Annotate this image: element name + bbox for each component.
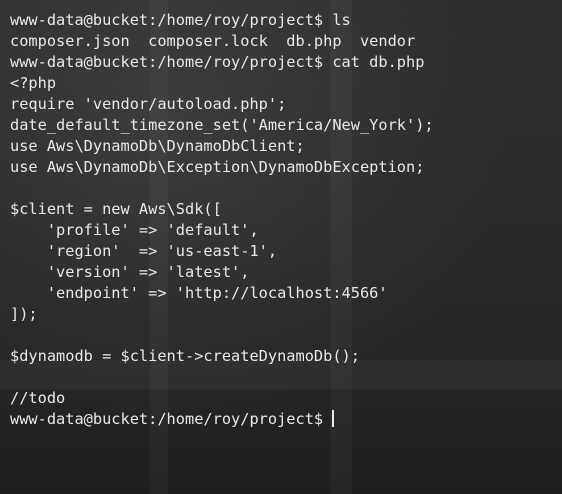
terminal-window[interactable]: www-data@bucket:/home/roy/project$ ls co… [0, 0, 562, 494]
terminal-line: use Aws\DynamoDb\Exception\DynamoDbExcep… [10, 158, 425, 176]
text-cursor [332, 410, 335, 427]
terminal-line: require 'vendor/autoload.php'; [10, 95, 287, 113]
terminal-line: use Aws\DynamoDb\DynamoDbClient; [10, 137, 305, 155]
terminal-line: composer.json composer.lock db.php vendo… [10, 32, 416, 50]
terminal-line: date_default_timezone_set('America/New_Y… [10, 116, 434, 134]
terminal-line: <?php [10, 74, 57, 92]
terminal-line: www-data@bucket:/home/roy/project$ ls [10, 11, 351, 29]
terminal-line: //todo [10, 389, 66, 407]
shell-prompt: www-data@bucket:/home/roy/project$ [10, 410, 333, 428]
terminal-output: www-data@bucket:/home/roy/project$ ls co… [10, 10, 558, 430]
prompt-line[interactable]: www-data@bucket:/home/roy/project$ [10, 409, 558, 430]
terminal-line: $client = new Aws\Sdk([ [10, 200, 222, 218]
terminal-line: $dynamodb = $client->createDynamoDb(); [10, 347, 360, 365]
terminal-line: ]); [10, 305, 38, 323]
terminal-line: 'profile' => 'default', [10, 221, 259, 239]
terminal-line: 'region' => 'us-east-1', [10, 242, 278, 260]
terminal-line: www-data@bucket:/home/roy/project$ cat d… [10, 53, 425, 71]
terminal-line: 'version' => 'latest', [10, 263, 250, 281]
terminal-line: 'endpoint' => 'http://localhost:4566' [10, 284, 388, 302]
